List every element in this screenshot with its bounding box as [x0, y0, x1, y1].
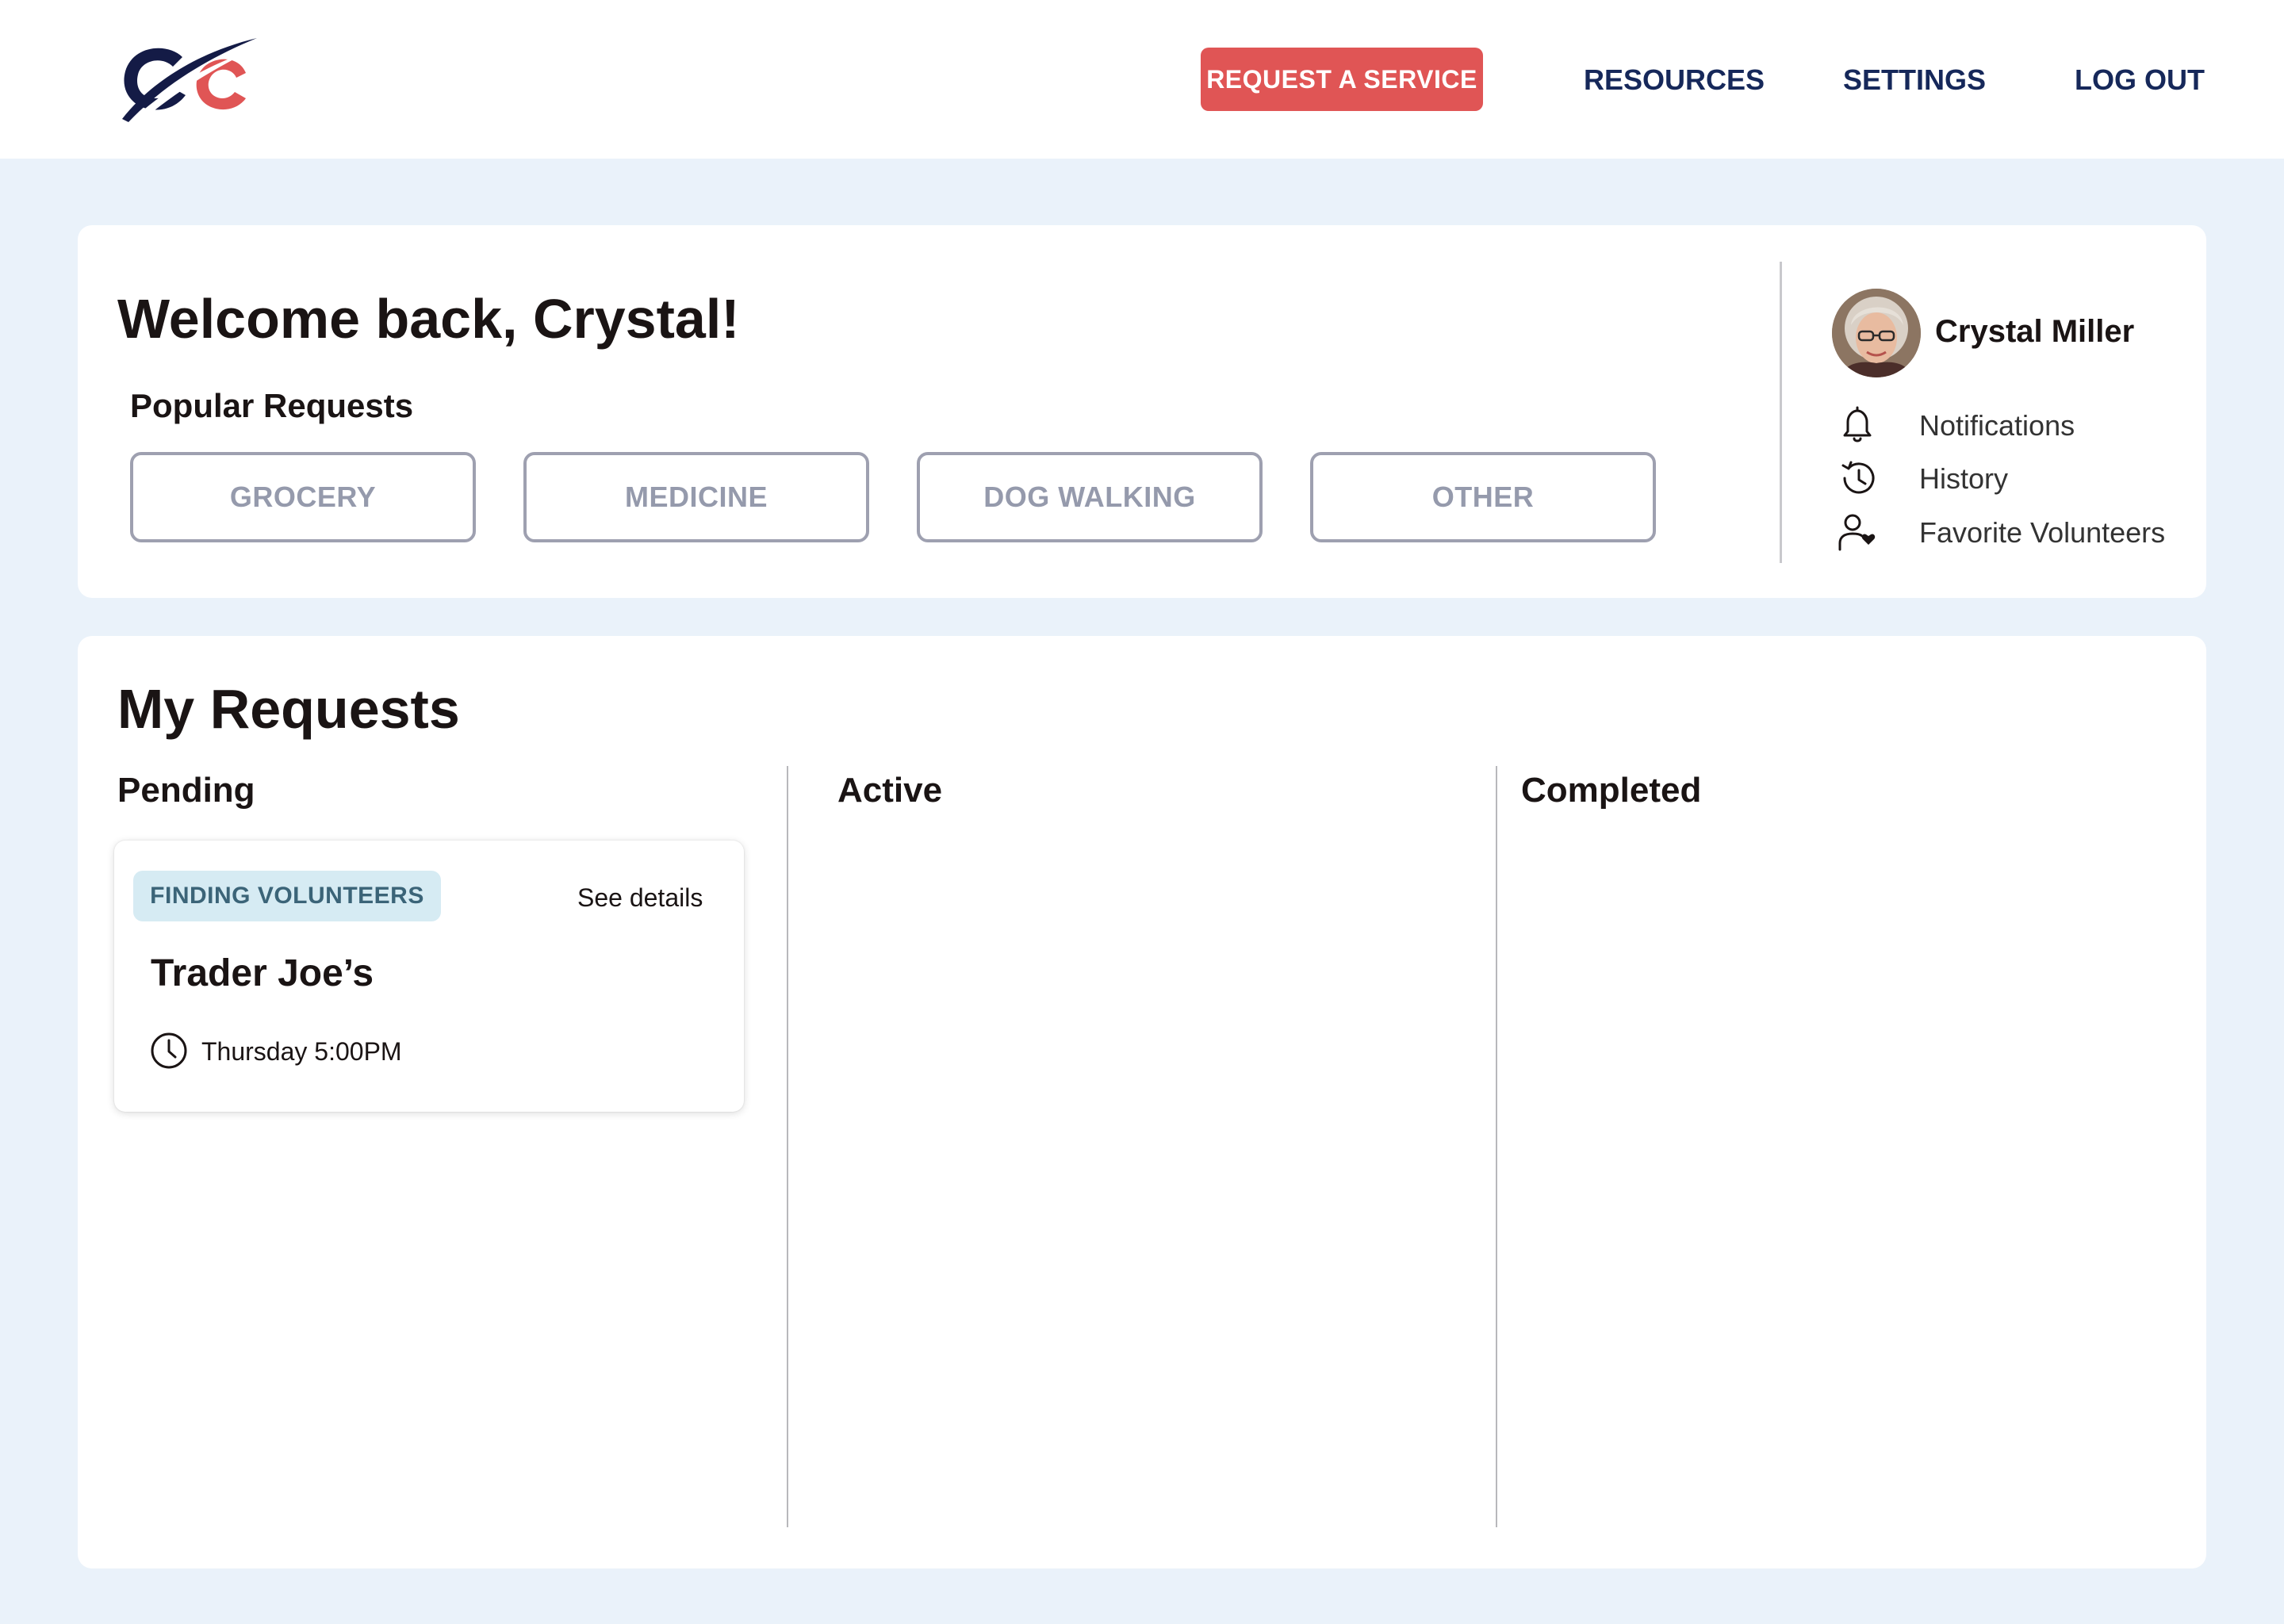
my-requests-card: My Requests Pending Active Completed FIN… [78, 636, 2206, 1568]
nav-settings-link[interactable]: SETTINGS [1843, 63, 1986, 97]
popular-request-dog-walking-button[interactable]: DOG WALKING [917, 452, 1263, 542]
request-time: Thursday 5:00PM [201, 1037, 402, 1066]
status-badge: FINDING VOLUNTEERS [133, 871, 441, 921]
section-divider [1780, 262, 1782, 563]
bell-icon [1835, 403, 1880, 447]
welcome-title: Welcome back, Crystal! [117, 288, 740, 350]
column-title-active: Active [837, 771, 943, 810]
top-navbar: REQUEST A SERVICE RESOURCES SETTINGS LOG… [0, 0, 2284, 159]
menu-item-label: Notifications [1919, 409, 2075, 442]
welcome-card: Welcome back, Crystal! Popular Requests … [78, 225, 2206, 598]
clock-icon [149, 1031, 189, 1071]
see-details-link[interactable]: See details [577, 883, 703, 913]
menu-item-notifications[interactable]: Notifications [1832, 400, 2181, 447]
request-title: Trader Joe’s [151, 952, 374, 994]
my-requests-title: My Requests [117, 678, 460, 740]
menu-item-label: History [1919, 462, 2009, 495]
menu-item-label: Favorite Volunteers [1919, 516, 2166, 549]
cc-logo-icon[interactable] [117, 36, 257, 124]
column-divider [787, 766, 788, 1527]
column-title-pending: Pending [117, 771, 255, 810]
popular-request-medicine-button[interactable]: MEDICINE [523, 452, 869, 542]
favorite-user-icon [1835, 510, 1880, 554]
profile-panel: Crystal Miller Notifications History Fav… [1832, 289, 2181, 558]
popular-request-grocery-button[interactable]: GROCERY [130, 452, 476, 542]
request-service-button[interactable]: REQUEST A SERVICE [1201, 48, 1483, 111]
avatar[interactable] [1832, 289, 1921, 377]
menu-item-favorite-volunteers[interactable]: Favorite Volunteers [1832, 507, 2181, 554]
column-divider [1496, 766, 1497, 1527]
nav-logout-link[interactable]: LOG OUT [2075, 63, 2205, 97]
column-title-completed: Completed [1521, 771, 1702, 810]
popular-requests-title: Popular Requests [130, 387, 414, 424]
request-card[interactable]: FINDING VOLUNTEERS See details Trader Jo… [114, 841, 744, 1112]
popular-request-other-button[interactable]: OTHER [1310, 452, 1656, 542]
menu-item-history[interactable]: History [1832, 453, 2181, 500]
history-icon [1835, 456, 1880, 500]
nav-resources-link[interactable]: RESOURCES [1584, 63, 1765, 97]
profile-name: Crystal Miller [1935, 314, 2135, 349]
